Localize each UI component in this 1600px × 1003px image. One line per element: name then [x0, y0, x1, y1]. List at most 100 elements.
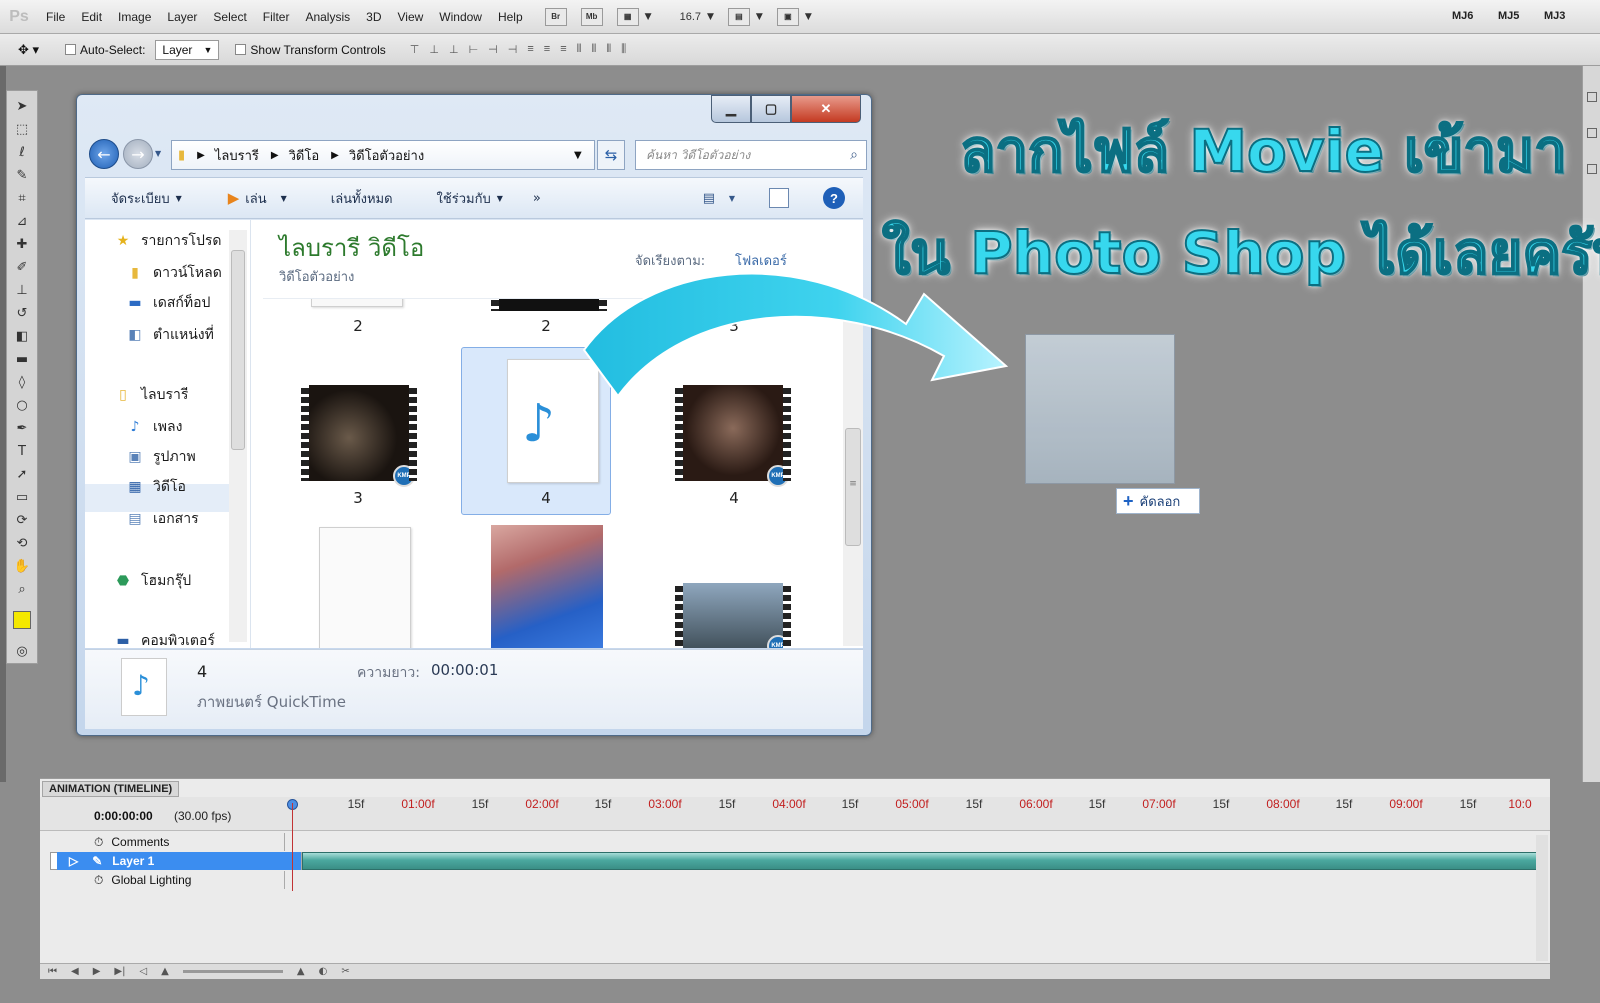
nav-homegroup[interactable]: ⬣ โฮมกรุ๊ป [113, 570, 191, 592]
file-item-label-selected[interactable]: 4 [471, 489, 621, 507]
chevron-down-icon[interactable]: ▼ [729, 194, 735, 203]
delete-icon[interactable]: ✂ [341, 966, 349, 977]
current-timecode[interactable]: 0:00:00:00 [94, 809, 153, 823]
auto-align-icon[interactable]: ⫼ [621, 43, 626, 56]
eyedropper-tool-icon[interactable]: ⊿ [11, 211, 33, 232]
play-icon[interactable]: ▶ [93, 966, 101, 977]
layer1-duration-bar[interactable] [302, 852, 1538, 870]
nav-videos[interactable]: ▦ วิดีโอ [125, 476, 186, 498]
menu-edit[interactable]: Edit [73, 10, 110, 24]
menu-file[interactable]: File [38, 10, 73, 24]
file-item-label[interactable]: 3 [283, 489, 433, 507]
nav-scrollbar[interactable] [229, 230, 247, 642]
3d-orbit-icon[interactable]: ⟲ [11, 533, 33, 554]
menu-window[interactable]: Window [431, 10, 490, 24]
auto-select-dropdown[interactable]: Layer ▼ [155, 39, 220, 60]
previous-frame-icon[interactable]: ◀ [71, 966, 79, 977]
zoom-level[interactable]: 16.7 [680, 11, 701, 23]
arrange-documents-icon[interactable]: ▤ [727, 7, 750, 26]
align-right-icon[interactable]: ⊣ [508, 43, 518, 56]
chevron-down-icon[interactable]: ▼ [574, 150, 582, 161]
nav-favorites[interactable]: ★ รายการโปรด [113, 230, 222, 252]
timeline-tab[interactable]: ANIMATION (TIMELINE) [42, 781, 180, 797]
timeline-scrollbar[interactable] [1536, 835, 1548, 961]
maximize-button[interactable]: ▢ [751, 95, 791, 123]
auto-select-checkbox[interactable] [65, 44, 77, 55]
photo-thumbnail[interactable] [491, 525, 603, 648]
next-frame-icon[interactable]: ▶| [114, 966, 125, 977]
file-list-scrollbar-thumb[interactable]: ≡ [845, 428, 861, 546]
distribute-bottom-icon[interactable]: ≡ [560, 43, 566, 56]
distribute-center-icon[interactable]: ⦀ [591, 43, 596, 56]
recent-pages-chevron-icon[interactable]: ▼ [155, 149, 161, 158]
distribute-top-icon[interactable]: ≡ [527, 43, 533, 56]
organize-button[interactable]: จัดระเบียบ ▼ [111, 188, 182, 209]
play-button[interactable]: ▶ เล่น ▼ [228, 188, 287, 209]
video-thumbnail-seal[interactable]: KMP [675, 583, 791, 648]
chevron-right-icon[interactable]: ▶ [197, 150, 205, 161]
file-item-label[interactable]: 4 [659, 489, 809, 507]
chevron-down-icon[interactable]: ▼ [756, 12, 763, 22]
clone-stamp-icon[interactable]: ⊥ [11, 280, 33, 301]
move-tool-icon[interactable]: ➤ [11, 96, 33, 117]
eraser-tool-icon[interactable]: ◧ [11, 326, 33, 347]
panel-icon[interactable] [1587, 92, 1597, 102]
menu-3d[interactable]: 3D [358, 10, 389, 24]
foreground-color-swatch[interactable] [13, 611, 31, 629]
pen-tool-icon[interactable]: ✒ [11, 418, 33, 439]
zoom-out-icon[interactable]: ▲ [161, 966, 169, 977]
blank-file-icon[interactable] [319, 527, 411, 648]
path-select-icon[interactable]: ➚ [11, 464, 33, 485]
nav-music[interactable]: ♪ เพลง [125, 416, 183, 438]
align-center-icon[interactable]: ⊣ [488, 43, 498, 56]
distribute-left-icon[interactable]: ⦀ [577, 43, 582, 56]
play-all-button[interactable]: เล่นทั้งหมด [331, 188, 393, 209]
breadcrumb-videos[interactable]: วิดีโอ [289, 145, 320, 166]
move-tool-icon[interactable]: ✥ ▾ [18, 42, 39, 58]
history-brush-icon[interactable]: ↺ [11, 303, 33, 324]
search-input[interactable]: ค้นหา วิดีโอตัวอย่าง ⌕ [635, 140, 867, 170]
shape-tool-icon[interactable]: ▭ [11, 487, 33, 508]
menu-image[interactable]: Image [110, 10, 159, 24]
bridge-button[interactable]: Br [544, 7, 567, 26]
layer-row-layer1[interactable]: ▷ ✎ Layer 1 [50, 852, 1545, 870]
close-button[interactable]: ✕ [791, 95, 861, 123]
align-middle-icon[interactable]: ⊥ [429, 43, 439, 56]
onion-skin-icon[interactable]: ◐ [319, 966, 328, 977]
more-commands-button[interactable]: » [533, 191, 541, 206]
quick-mask-icon[interactable]: ◎ [11, 641, 33, 662]
stopwatch-icon[interactable]: ⏱ [94, 835, 103, 850]
breadcrumb-libraries[interactable]: ไลบรารี [215, 145, 259, 166]
view-extras-icon[interactable]: ▦ [616, 7, 639, 26]
share-button[interactable]: ใช้ร่วมกับ ▼ [437, 188, 503, 209]
nav-desktop[interactable]: ▬ เดสก์ท็อป [125, 292, 210, 314]
blur-tool-icon[interactable]: ◊ [11, 372, 33, 393]
view-options-icon[interactable]: ▤ [703, 191, 715, 206]
back-button[interactable]: ← [89, 139, 119, 169]
file-item-label[interactable]: 2 [283, 317, 433, 335]
gradient-tool-icon[interactable]: ▬ [11, 349, 33, 370]
nav-libraries[interactable]: ▯ ไลบรารี [113, 384, 188, 406]
show-transform-checkbox[interactable] [235, 44, 247, 55]
breadcrumb-sample-videos[interactable]: วิดีโอตัวอย่าง [349, 145, 424, 166]
crop-tool-icon[interactable]: ⌗ [11, 188, 33, 209]
lasso-tool-icon[interactable]: ℓ [11, 142, 33, 163]
align-top-icon[interactable]: ⊤ [410, 43, 420, 56]
video-thumbnail-concert[interactable]: KMP [301, 385, 417, 487]
chevron-down-icon[interactable]: ▼ [707, 12, 714, 22]
hand-tool-icon[interactable]: ✋ [11, 556, 33, 577]
healing-brush-icon[interactable]: ✚ [11, 234, 33, 255]
workspace-mj6[interactable]: MJ6 [1452, 10, 1473, 22]
expand-triangle-icon[interactable]: ▷ [69, 854, 78, 868]
brush-tool-icon[interactable]: ✐ [11, 257, 33, 278]
menu-layer[interactable]: Layer [159, 10, 205, 24]
zoom-in-icon[interactable]: ▲ [297, 966, 305, 977]
nav-scrollbar-thumb[interactable] [231, 250, 245, 450]
dodge-tool-icon[interactable]: ○ [11, 395, 33, 416]
search-icon[interactable]: ⌕ [850, 147, 858, 163]
chevron-right-icon[interactable]: ▶ [331, 150, 339, 161]
menu-select[interactable]: Select [205, 10, 254, 24]
workspace-mj5[interactable]: MJ5 [1498, 10, 1519, 22]
menu-help[interactable]: Help [490, 10, 531, 24]
align-left-icon[interactable]: ⊢ [469, 43, 479, 56]
